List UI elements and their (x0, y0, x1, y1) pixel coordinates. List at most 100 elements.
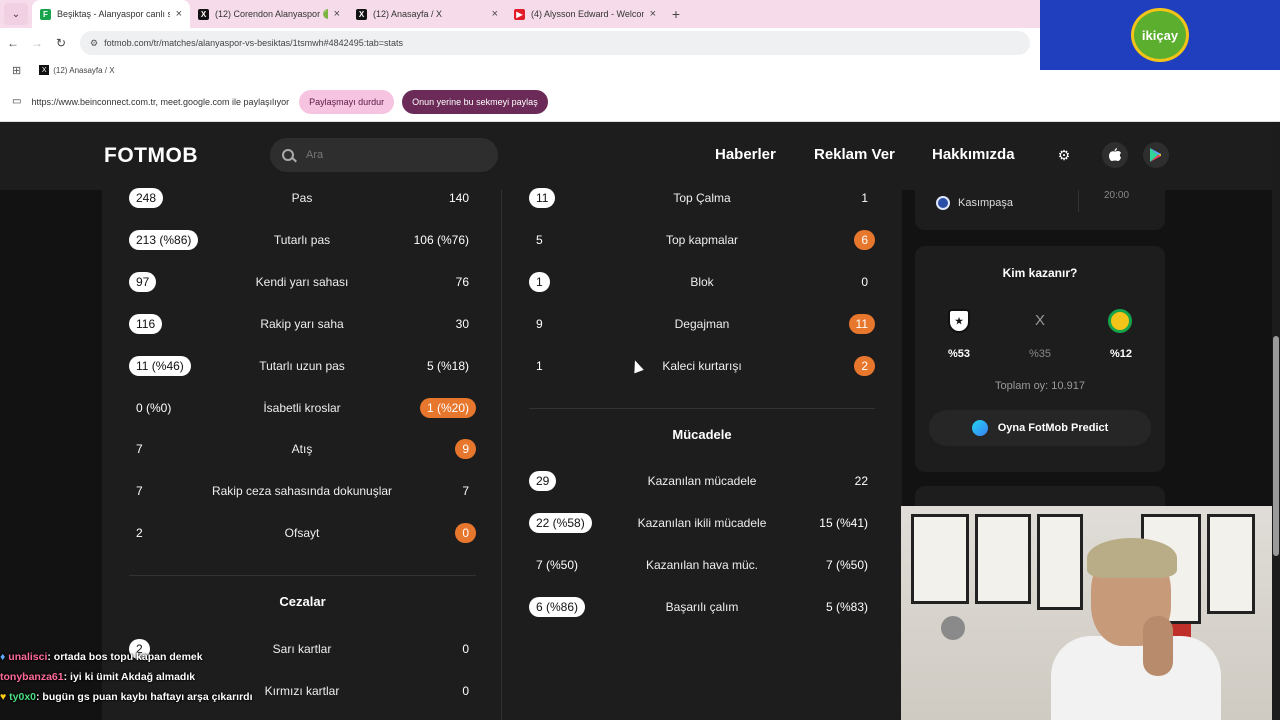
total-votes: Toplam oy: 10.917 (995, 380, 1085, 392)
url-text: fotmob.com/tr/matches/alanyaspor-vs-besi… (104, 38, 403, 48)
stream-chat-overlay: ♦ unalisci: ortada bos topu kapan demek … (0, 640, 300, 707)
fotmob-favicon-icon: F (40, 8, 51, 20)
back-arrow-icon[interactable]: ← (2, 36, 24, 50)
stat-home-value: 0 (%0) (136, 400, 172, 415)
stat-home-value: 5 (536, 233, 543, 247)
stat-label: Kaleci kurtarışı (662, 359, 742, 373)
poll-card: Kim kazanır? ★ X %53 %35 %12 Toplam oy: … (915, 246, 1165, 472)
stat-label: Kazanılan mücadele (647, 474, 757, 488)
stat-label: Blok (690, 275, 714, 289)
stat-label: Kazanılan hava müc. (645, 558, 759, 572)
predict-logo-icon (971, 420, 988, 436)
wall-frame (1037, 514, 1083, 610)
predict-button-label: Oyna FotMob Predict (997, 422, 1109, 434)
bookmark-label: (12) Anasayfa / X (53, 65, 115, 75)
x-favicon-icon: X (356, 8, 367, 20)
chat-message: : iyi ki ümit Akdağ almadık (63, 671, 196, 683)
screen-share-bar: ▭ https://www.beinconnect.com.tr, meet.g… (0, 82, 1280, 122)
close-tab-icon[interactable]: × (650, 8, 656, 20)
next-match-team: Kasımpaşa (958, 197, 1014, 209)
play-store-icon[interactable] (1143, 142, 1169, 168)
nav-reklam-ver[interactable]: Reklam Ver (814, 146, 895, 163)
stat-away-value: 1 (861, 191, 868, 205)
search-box[interactable] (270, 138, 498, 172)
draw-pct: %35 (1028, 348, 1052, 360)
wall-frame (911, 514, 969, 604)
alanyaspor-crest-icon[interactable] (1108, 309, 1132, 333)
stat-away-value: 0 (462, 642, 469, 656)
stat-home-value: 1 (529, 272, 550, 292)
streamer-hair (1087, 538, 1177, 578)
stat-away-value: 9 (455, 439, 476, 460)
search-icon (282, 149, 294, 161)
stat-label: Kazanılan ikili mücadele (637, 516, 767, 530)
stat-label: Atış (291, 442, 313, 457)
site-info-icon[interactable]: ⚙ (90, 38, 98, 49)
tab-title: (12) Corendon Alanyaspor 🟢🟠 (215, 8, 328, 19)
tab-search-button[interactable]: ⌄ (4, 3, 28, 25)
new-tab-button[interactable]: + (664, 6, 688, 22)
tab-anasayfa[interactable]: X (12) Anasayfa / X × (348, 0, 506, 28)
youtube-favicon-icon: ▶ (514, 8, 525, 20)
bookmark-anasayfa[interactable]: X (12) Anasayfa / X (39, 65, 115, 75)
next-match-time: 20:00 (1104, 190, 1130, 201)
stat-away-value: 0 (861, 275, 868, 289)
predict-button[interactable]: Oyna FotMob Predict (929, 410, 1151, 446)
close-tab-icon[interactable]: × (176, 8, 182, 20)
stat-label: Degajman (674, 317, 730, 331)
close-tab-icon[interactable]: × (334, 8, 340, 20)
apps-grid-icon[interactable]: ⊞ (12, 64, 21, 77)
stat-away-value: 7 (%50) (825, 558, 868, 572)
close-tab-icon[interactable]: × (492, 8, 498, 20)
fotmob-logo[interactable]: FOTMOB (104, 144, 198, 168)
reload-icon[interactable]: ↻ (50, 36, 72, 50)
stat-away-value: 22 (854, 474, 868, 488)
screen-share-icon: ▭ (12, 96, 22, 107)
stop-sharing-button[interactable]: Paylaşmayı durdur (299, 89, 395, 114)
stat-away-value: 15 (%41) (819, 516, 868, 530)
page-scrollbar[interactable] (1272, 122, 1280, 720)
screen: ⌄ F Beşiktaş - Alanyaspor canlı skor × X… (0, 0, 1280, 720)
streamer-hand (1143, 616, 1173, 676)
section-title-mucadele: Mücadele (672, 427, 732, 442)
section-divider (129, 575, 476, 576)
nav-hakkimizda[interactable]: Hakkımızda (932, 146, 1015, 163)
apple-icon[interactable] (1102, 142, 1128, 168)
scrollbar-thumb[interactable] (1273, 336, 1279, 556)
chat-line (0, 640, 300, 660)
away-win-pct: %12 (1109, 348, 1133, 360)
chat-username: ty0x0 (9, 691, 37, 703)
stat-label: Başarılı çalım (665, 600, 739, 614)
next-match-divider (1078, 190, 1079, 212)
wall-frame (1207, 514, 1255, 614)
stat-label: İsabetli kroslar (263, 400, 341, 415)
tab-youtube[interactable]: ▶ (4) Alysson Edward - Welcome × (506, 0, 664, 28)
sponsor-overlay: ikiçay (1040, 0, 1280, 70)
stat-home-value: 29 (529, 471, 557, 491)
wall-frame (975, 514, 1031, 604)
address-bar-row: ← → ↻ ⚙ fotmob.com/tr/matches/alanyaspor… (0, 28, 1040, 58)
stat-away-value: 0 (462, 684, 469, 698)
webcam-overlay (901, 506, 1280, 720)
chat-line: tonybanza61: iyi ki ümit Akdağ almadık (0, 667, 300, 687)
search-input[interactable] (306, 149, 476, 161)
next-match-row[interactable]: Kasımpaşa (936, 196, 1013, 210)
chat-message: : bugün gs puan kaybı haftayı arşa çıkar… (36, 691, 253, 703)
chat-username: tonybanza61 (0, 671, 64, 683)
url-field[interactable]: ⚙ fotmob.com/tr/matches/alanyaspor-vs-be… (80, 31, 1030, 55)
forward-arrow-icon[interactable]: → (26, 36, 48, 50)
ikicay-logo: ikiçay (1131, 8, 1189, 62)
gear-icon[interactable]: ⚙ (1051, 142, 1077, 168)
nav-haberler[interactable]: Haberler (715, 146, 776, 163)
stat-away-value: 11 (848, 314, 875, 334)
tab-corendon[interactable]: X (12) Corendon Alanyaspor 🟢🟠 × (190, 0, 348, 28)
stat-away-value: 6 (854, 230, 875, 250)
stat-home-value: 1 (536, 359, 543, 373)
tab-strip: ⌄ F Beşiktaş - Alanyaspor canlı skor × X… (0, 0, 1040, 28)
tab-fotmob[interactable]: F Beşiktaş - Alanyaspor canlı skor × (32, 0, 190, 28)
stat-home-value: 11 (529, 188, 556, 208)
share-this-tab-button[interactable]: Onun yerine bu sekmeyi paylaş (402, 89, 548, 114)
share-status-text: https://www.beinconnect.com.tr, meet.goo… (31, 96, 290, 107)
tab-title: (4) Alysson Edward - Welcome (531, 9, 644, 19)
stat-home-value: 9 (536, 317, 543, 331)
